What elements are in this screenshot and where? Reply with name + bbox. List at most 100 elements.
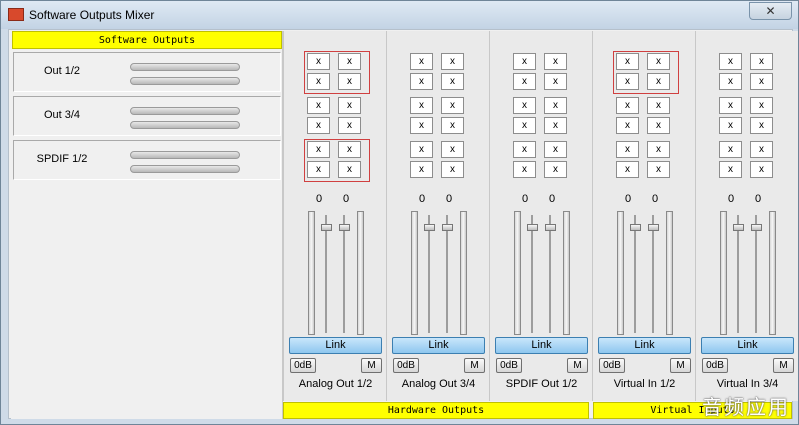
matrix-route-button[interactable]: x [719,53,742,70]
matrix-route-button[interactable]: x [410,53,433,70]
matrix-route-button[interactable]: x [513,73,536,90]
matrix-route-button[interactable]: x [616,117,639,134]
matrix-route-button[interactable]: x [750,97,773,114]
matrix-route-button[interactable]: x [338,53,361,70]
matrix-route-button[interactable]: x [750,161,773,178]
channel-strip: x x x x x x x x x x x x 0 0 Link 0dB M Virtual In 3/4 [695,31,798,401]
matrix-route-button[interactable]: x [307,97,330,114]
channel-strip: x x x x x x x x x x x x 0 0 Link 0dB M Virtual In 1/2 [592,31,695,401]
matrix-route-button[interactable]: x [544,97,567,114]
mute-button[interactable]: M [670,358,691,373]
matrix-route-button[interactable]: x [513,161,536,178]
matrix-route-button[interactable]: x [719,97,742,114]
matrix-route-button[interactable]: x [513,141,536,158]
matrix-route-button[interactable]: x [513,53,536,70]
left-fader-thumb[interactable] [424,224,435,231]
matrix-route-button[interactable]: x [719,161,742,178]
mute-button[interactable]: M [464,358,485,373]
software-output-row[interactable]: Out 3/4 [13,96,281,136]
right-fader-thumb[interactable] [442,224,453,231]
matrix-route-button[interactable]: x [647,117,670,134]
mute-button[interactable]: M [773,358,794,373]
link-button[interactable]: Link [495,337,588,354]
matrix-route-button[interactable]: x [544,117,567,134]
right-fader-thumb[interactable] [545,224,556,231]
matrix-route-button[interactable]: x [719,117,742,134]
software-output-row[interactable]: Out 1/2 [13,52,281,92]
matrix-route-button[interactable]: x [616,161,639,178]
zero-db-button[interactable]: 0dB [702,358,728,373]
matrix-route-button[interactable]: x [338,97,361,114]
matrix-route-button[interactable]: x [441,141,464,158]
matrix-route-button[interactable]: x [338,117,361,134]
right-level-value: 0 [754,193,762,205]
matrix-route-button[interactable]: x [513,117,536,134]
matrix-route-button[interactable]: x [513,97,536,114]
close-button[interactable]: ✕ [749,2,792,20]
matrix-route-button[interactable]: x [441,117,464,134]
matrix-route-button[interactable]: x [307,141,330,158]
hardware-outputs-header: Hardware Outputs [283,402,589,419]
matrix-route-button[interactable]: x [647,97,670,114]
matrix-route-button[interactable]: x [338,141,361,158]
link-button[interactable]: Link [701,337,794,354]
matrix-route-button[interactable]: x [616,141,639,158]
matrix-route-button[interactable]: x [441,97,464,114]
matrix-route-button[interactable]: x [410,73,433,90]
matrix-route-button[interactable]: x [338,73,361,90]
mute-button[interactable]: M [567,358,588,373]
left-fader-thumb[interactable] [527,224,538,231]
matrix-route-button[interactable]: x [410,141,433,158]
matrix-route-button[interactable]: x [616,53,639,70]
matrix-route-button[interactable]: x [616,73,639,90]
left-fader-thumb[interactable] [733,224,744,231]
right-fader-thumb[interactable] [648,224,659,231]
software-outputs-header: Software Outputs [12,31,282,49]
left-fader-thumb[interactable] [630,224,641,231]
zero-db-button[interactable]: 0dB [599,358,625,373]
matrix-route-button[interactable]: x [410,97,433,114]
left-fader-track [428,215,430,333]
matrix-route-button[interactable]: x [647,73,670,90]
matrix-route-button[interactable]: x [307,117,330,134]
matrix-route-button[interactable]: x [410,117,433,134]
matrix-route-button[interactable]: x [719,141,742,158]
matrix-route-button[interactable]: x [647,161,670,178]
matrix-route-button[interactable]: x [307,53,330,70]
software-output-label: SPDIF 1/2 [36,153,88,165]
matrix-route-button[interactable]: x [307,73,330,90]
left-fader-thumb[interactable] [321,224,332,231]
zero-db-button[interactable]: 0dB [496,358,522,373]
matrix-route-button[interactable]: x [544,73,567,90]
matrix-route-button[interactable]: x [410,161,433,178]
level-meter-right [130,165,240,173]
mute-button[interactable]: M [361,358,382,373]
matrix-route-button[interactable]: x [750,73,773,90]
left-meter-track [411,211,418,335]
matrix-route-button[interactable]: x [544,53,567,70]
right-fader-thumb[interactable] [751,224,762,231]
zero-db-button[interactable]: 0dB [393,358,419,373]
matrix-route-button[interactable]: x [750,141,773,158]
right-fader-thumb[interactable] [339,224,350,231]
matrix-route-button[interactable]: x [441,53,464,70]
matrix-route-button[interactable]: x [544,161,567,178]
software-output-row[interactable]: SPDIF 1/2 [13,140,281,180]
zero-db-button[interactable]: 0dB [290,358,316,373]
matrix-route-button[interactable]: x [616,97,639,114]
link-button[interactable]: Link [392,337,485,354]
matrix-route-button[interactable]: x [647,53,670,70]
matrix-route-button[interactable]: x [750,117,773,134]
link-button[interactable]: Link [598,337,691,354]
matrix-route-button[interactable]: x [544,141,567,158]
matrix-route-button[interactable]: x [307,161,330,178]
matrix-route-button[interactable]: x [750,53,773,70]
link-button[interactable]: Link [289,337,382,354]
left-fader-track [737,215,739,333]
matrix-route-button[interactable]: x [338,161,361,178]
title-bar[interactable]: Software Outputs Mixer ✕ [1,1,798,29]
matrix-route-button[interactable]: x [441,161,464,178]
matrix-route-button[interactable]: x [719,73,742,90]
matrix-route-button[interactable]: x [647,141,670,158]
matrix-route-button[interactable]: x [441,73,464,90]
